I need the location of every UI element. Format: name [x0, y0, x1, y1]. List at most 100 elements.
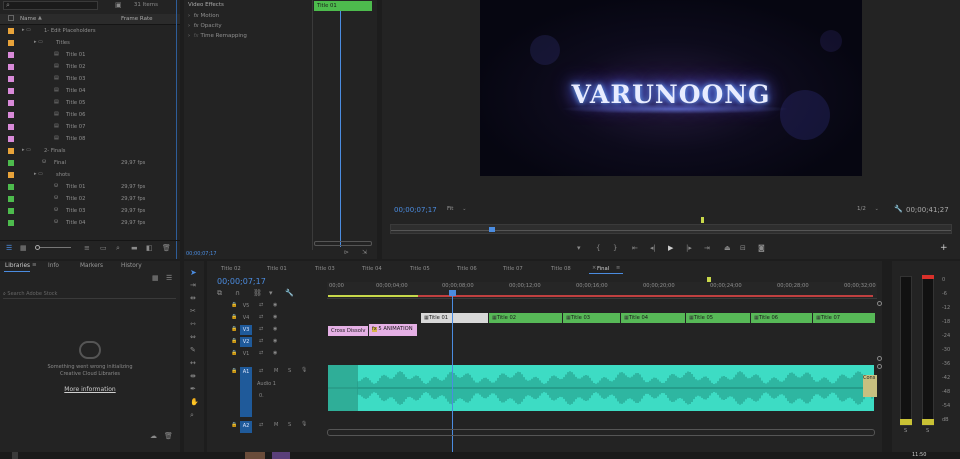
tab-sequence[interactable]: Title 01 [267, 266, 287, 272]
rolling-edit-tool-icon[interactable]: ⇼ [190, 373, 196, 380]
program-marker[interactable] [701, 217, 704, 223]
sync-lock-icon[interactable]: ⇄ [259, 303, 263, 308]
panel-menu-icon[interactable]: ≡ [616, 266, 620, 271]
clip-cross-dissolve[interactable]: Cross Dissolv [328, 326, 368, 336]
taskbar-app-icon[interactable] [272, 452, 290, 459]
label-color-swatch[interactable] [8, 112, 14, 118]
expand-arrow-icon[interactable]: › [188, 34, 190, 39]
tab-sequence[interactable]: Final [597, 266, 609, 272]
effect-motion[interactable]: › fx Motion [188, 13, 219, 20]
rate-stretch-tool-icon[interactable]: ↔ [190, 360, 196, 367]
mute-button[interactable]: M [274, 422, 278, 428]
microphone-icon[interactable]: 🎙 [301, 368, 307, 373]
mute-button[interactable]: M [274, 368, 278, 374]
track-target-toggle[interactable]: A2 [240, 421, 252, 433]
tab-sequence[interactable]: Title 06 [457, 266, 477, 272]
play-icon[interactable]: ▶ [668, 245, 673, 252]
tab-markers[interactable]: Markers [80, 263, 103, 269]
sync-lock-icon[interactable]: ⇄ [259, 315, 263, 320]
project-item[interactable]: ▤ Title 06 [0, 109, 175, 121]
label-color-swatch[interactable] [8, 40, 14, 46]
slip-tool-icon[interactable]: ⇿ [190, 321, 196, 328]
label-color-swatch[interactable] [8, 208, 14, 214]
tab-info[interactable]: Info [48, 263, 59, 269]
timeline-timecode[interactable]: 00;00;07;17 [217, 277, 266, 286]
snap-icon[interactable]: ∩ [235, 290, 240, 297]
zoom-slider-handle[interactable] [35, 245, 40, 250]
clip-title-05[interactable]: ▦ Title 05 [686, 313, 750, 323]
expand-arrow-icon[interactable]: › [188, 24, 190, 29]
eye-icon[interactable]: ◉ [273, 351, 277, 356]
track-target-toggle[interactable]: V1 [240, 349, 252, 359]
audio-scroll-handle[interactable] [877, 364, 882, 369]
export-frame-icon[interactable]: ⇲ [362, 250, 367, 256]
project-item[interactable]: ▸ ▭ Titles [0, 37, 175, 49]
track-target-toggle[interactable]: A1 [240, 367, 252, 417]
project-item[interactable]: ▸ ▭ shots [0, 169, 175, 181]
zoom-level-select[interactable]: Fit ⌄ [447, 206, 479, 215]
ripple-edit-tool-icon[interactable]: ⇹ [190, 295, 196, 302]
track-target-toggle[interactable]: V3 [240, 325, 252, 335]
sync-lock-icon[interactable]: ⇄ [259, 351, 263, 356]
eye-icon[interactable]: ◉ [273, 339, 277, 344]
clip-title-07[interactable]: ▦ Title 07 [813, 313, 875, 323]
select-all-checkbox[interactable] [8, 15, 14, 21]
project-item[interactable]: ▤ Title 04 [0, 85, 175, 97]
camera-icon[interactable]: ◙ [758, 245, 765, 252]
resolution-select[interactable]: 1/2 ⌄ [857, 206, 889, 215]
add-marker-icon[interactable]: ▾ [577, 245, 581, 252]
audio-transition[interactable]: Cons [863, 375, 877, 397]
pen-tool-icon[interactable]: ✒ [190, 386, 196, 393]
project-item[interactable]: ▸ ▭ 1- Edit Placeholders [0, 25, 175, 37]
microphone-icon[interactable]: 🎙 [301, 422, 307, 427]
library-grid-view-icon[interactable]: ▦ [152, 275, 159, 282]
program-playhead[interactable] [489, 227, 495, 232]
video-scroll-handle-2[interactable] [877, 356, 882, 361]
extract-icon[interactable]: ⊟ [740, 245, 746, 252]
effect-controls-clip-bar[interactable]: Title 01 [314, 1, 372, 11]
solo-button[interactable]: S [288, 368, 291, 374]
project-item[interactable]: ▤ Title 08 [0, 133, 175, 145]
wrench-icon[interactable]: 🔧 [285, 290, 294, 297]
eye-icon[interactable]: ◉ [273, 315, 277, 320]
solo-right[interactable]: S [926, 428, 929, 434]
nest-icon[interactable]: ⧉ [217, 290, 222, 297]
more-information-link[interactable]: More information [0, 386, 180, 393]
expand-arrow-icon[interactable]: › [188, 14, 190, 19]
label-color-swatch[interactable] [8, 184, 14, 190]
cloud-sync-icon[interactable]: ☁ [150, 433, 157, 440]
new-item-icon[interactable]: ◧ [146, 245, 153, 252]
project-item[interactable]: ▤ Title 02 [0, 61, 175, 73]
project-item[interactable]: ▸ ▭ 2- Finals [0, 145, 175, 157]
slide-tool-icon[interactable]: ⇔ [190, 334, 196, 341]
button-editor-add-icon[interactable]: + [940, 244, 948, 253]
label-color-swatch[interactable] [8, 76, 14, 82]
label-color-swatch[interactable] [8, 220, 14, 226]
icon-view-icon[interactable]: ▦ [20, 245, 27, 252]
label-color-swatch[interactable] [8, 124, 14, 130]
track-target-toggle[interactable]: V4 [240, 313, 252, 323]
label-color-swatch[interactable] [8, 88, 14, 94]
eye-icon[interactable]: ◉ [273, 303, 277, 308]
effect-controls-scrollbar[interactable] [314, 241, 372, 246]
tab-history[interactable]: History [121, 263, 142, 269]
project-item[interactable]: ▤ Title 03 [0, 73, 175, 85]
wrench-icon[interactable]: 🔧 [894, 206, 903, 213]
label-color-swatch[interactable] [8, 172, 14, 178]
lock-icon[interactable]: 🔒 [231, 351, 237, 356]
linked-selection-icon[interactable]: ⛓ [253, 290, 262, 297]
stock-search-input[interactable]: ⌕ Search Adobe Stock [3, 289, 176, 299]
filter-icon[interactable]: ⊳ [344, 250, 349, 256]
work-area-bar[interactable] [328, 295, 418, 297]
sort-icons-icon[interactable]: ≡ [84, 245, 90, 252]
track-volume[interactable]: 0. [259, 393, 264, 399]
clip-title-03[interactable]: ▦ Title 03 [563, 313, 620, 323]
library-list-view-icon[interactable]: ☰ [166, 275, 172, 282]
track-select-tool-icon[interactable]: ⇥ [190, 282, 196, 289]
selection-tool-icon[interactable]: ➤ [190, 269, 197, 277]
lock-icon[interactable]: 🔒 [231, 369, 237, 374]
track-target-toggle[interactable]: V2 [240, 337, 252, 347]
new-bin-icon[interactable]: ▣ [115, 2, 122, 9]
video-scroll-handle[interactable] [877, 301, 882, 306]
label-color-swatch[interactable] [8, 28, 14, 34]
